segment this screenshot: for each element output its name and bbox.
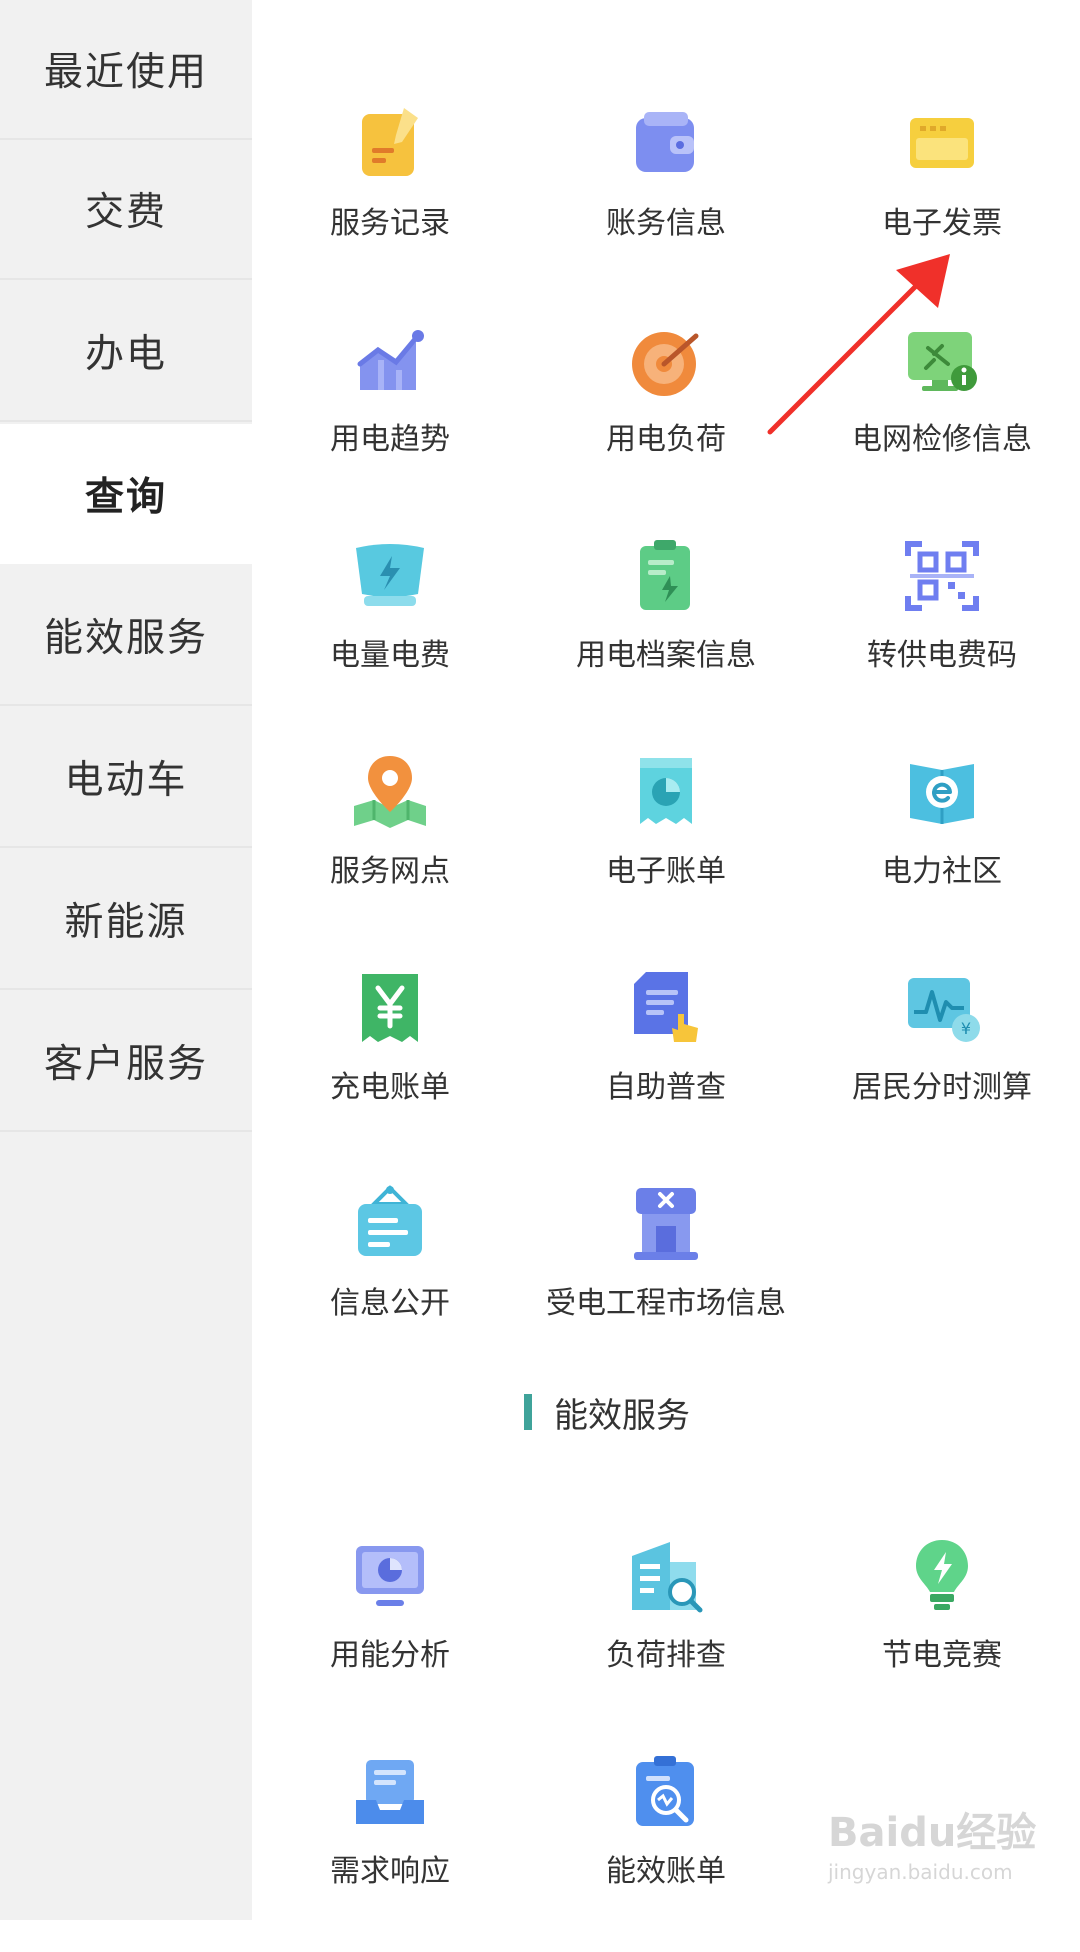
sidebar-item-recent[interactable]: 最近使用 xyxy=(0,0,252,140)
tile-saving-contest[interactable]: 节电竞赛 xyxy=(804,1536,1080,1736)
section-title-text: 能效服务 xyxy=(554,1395,690,1436)
sidebar-item-label: 新能源 xyxy=(64,900,188,945)
sidebar-item-label: 电动车 xyxy=(64,758,188,803)
energy-bill-icon xyxy=(350,536,430,616)
sidebar-item-apply[interactable]: 办电 xyxy=(0,282,252,422)
tile-label: 用电趋势 xyxy=(330,422,450,457)
tile-service-outlets[interactable]: 服务网点 xyxy=(252,752,528,952)
tile-label: 电量电费 xyxy=(330,638,450,673)
tile-efficiency-bill[interactable]: 能效账单 xyxy=(528,1752,804,1952)
tile-service-record[interactable]: 服务记录 xyxy=(252,104,528,304)
tile-label: 居民分时测算 xyxy=(852,1070,1032,1105)
tile-label: 电子账单 xyxy=(606,854,726,889)
section-title-efficiency: 能效服务 xyxy=(524,1392,690,1436)
bulb-icon xyxy=(902,1536,982,1616)
sidebar-item-ev[interactable]: 电动车 xyxy=(0,708,252,848)
monitor-pie-icon xyxy=(350,1536,430,1616)
tile-label: 需求响应 xyxy=(330,1854,450,1889)
sidebar-item-query[interactable]: 查询 xyxy=(0,424,252,564)
section-accent-bar xyxy=(524,1394,532,1430)
tile-energy-analysis[interactable]: 用能分析 xyxy=(252,1536,528,1736)
tile-label: 用电负荷 xyxy=(606,422,726,457)
trend-chart-icon xyxy=(350,320,430,400)
tile-self-check[interactable]: 自助普查 xyxy=(528,968,804,1168)
sidebar-item-label: 能效服务 xyxy=(43,616,208,661)
sidebar-item-efficiency[interactable]: 能效服务 xyxy=(0,566,252,706)
sidebar-item-payment[interactable]: 交费 xyxy=(0,140,252,280)
tile-demand-response[interactable]: 需求响应 xyxy=(252,1752,528,1952)
tile-label: 受电工程市场信息 xyxy=(546,1286,786,1321)
community-book-icon xyxy=(902,752,982,832)
sidebar: 最近使用 交费 办电 查询 能效服务 电动车 新能源 客户服务 xyxy=(0,0,252,1920)
market-building-icon xyxy=(626,1184,706,1264)
tile-label: 能效账单 xyxy=(606,1854,726,1889)
inbox-tray-icon xyxy=(350,1752,430,1832)
clipboard-search-icon xyxy=(626,1752,706,1832)
tile-label: 服务网点 xyxy=(330,854,450,889)
archive-clipboard-icon xyxy=(626,536,706,616)
sidebar-item-label: 查询 xyxy=(84,475,167,520)
watermark: Baidu经验 jingyan.baidu.com xyxy=(828,1800,1068,1900)
pie-bill-icon xyxy=(626,752,706,832)
watermark-brand: Baidu经验 xyxy=(828,1810,1037,1856)
tile-label: 信息公开 xyxy=(330,1286,450,1321)
tile-label: 用能分析 xyxy=(330,1638,450,1673)
invoice-icon xyxy=(902,104,982,184)
note-icon xyxy=(350,104,430,184)
tile-label: 电力社区 xyxy=(882,854,1002,889)
yuan-receipt-icon xyxy=(350,968,430,1048)
building-search-icon xyxy=(626,1536,706,1616)
qr-code-icon xyxy=(902,536,982,616)
tile-label: 节电竞赛 xyxy=(882,1638,1002,1673)
target-gauge-icon xyxy=(626,320,706,400)
tile-label: 充电账单 xyxy=(330,1070,450,1105)
tile-label: 转供电费码 xyxy=(867,638,1017,673)
sidebar-item-label: 交费 xyxy=(84,190,167,235)
tile-usage-trend[interactable]: 用电趋势 xyxy=(252,320,528,520)
sidebar-item-label: 客户服务 xyxy=(43,1042,208,1087)
self-check-icon xyxy=(626,968,706,1048)
tile-time-of-use-calc[interactable]: ¥ 居民分时测算 xyxy=(804,968,1080,1168)
annotation-arrow-icon xyxy=(767,254,950,435)
map-pin-icon xyxy=(350,752,430,832)
sidebar-item-new-energy[interactable]: 新能源 xyxy=(0,850,252,990)
tile-info-disclosure[interactable]: 信息公开 xyxy=(252,1184,528,1384)
tile-power-community[interactable]: 电力社区 xyxy=(804,752,1080,952)
tile-label: 自助普查 xyxy=(606,1070,726,1105)
tile-transfer-fee-code[interactable]: 转供电费码 xyxy=(804,536,1080,736)
tile-label: 服务记录 xyxy=(330,206,450,241)
time-of-use-icon: ¥ xyxy=(902,968,982,1048)
tile-usage-archive[interactable]: 用电档案信息 xyxy=(528,536,804,736)
sidebar-item-label: 最近使用 xyxy=(43,50,208,95)
watermark-site: jingyan.baidu.com xyxy=(828,1860,1013,1884)
notice-board-icon xyxy=(350,1184,430,1264)
tile-label: 用电档案信息 xyxy=(576,638,756,673)
tile-label: 电子发票 xyxy=(882,206,1002,241)
tile-energy-fee[interactable]: 电量电费 xyxy=(252,536,528,736)
sidebar-item-label: 办电 xyxy=(84,332,167,377)
tile-power-project-market[interactable]: 受电工程市场信息 xyxy=(528,1184,804,1384)
tile-load-inspection[interactable]: 负荷排查 xyxy=(528,1536,804,1736)
tile-label: 负荷排查 xyxy=(606,1638,726,1673)
tile-e-bill[interactable]: 电子账单 xyxy=(528,752,804,952)
svg-text:¥: ¥ xyxy=(961,1019,971,1038)
sidebar-item-customer-service[interactable]: 客户服务 xyxy=(0,992,252,1132)
tile-label: 账务信息 xyxy=(606,206,726,241)
wallet-icon xyxy=(626,104,706,184)
tile-charging-bill[interactable]: 充电账单 xyxy=(252,968,528,1168)
